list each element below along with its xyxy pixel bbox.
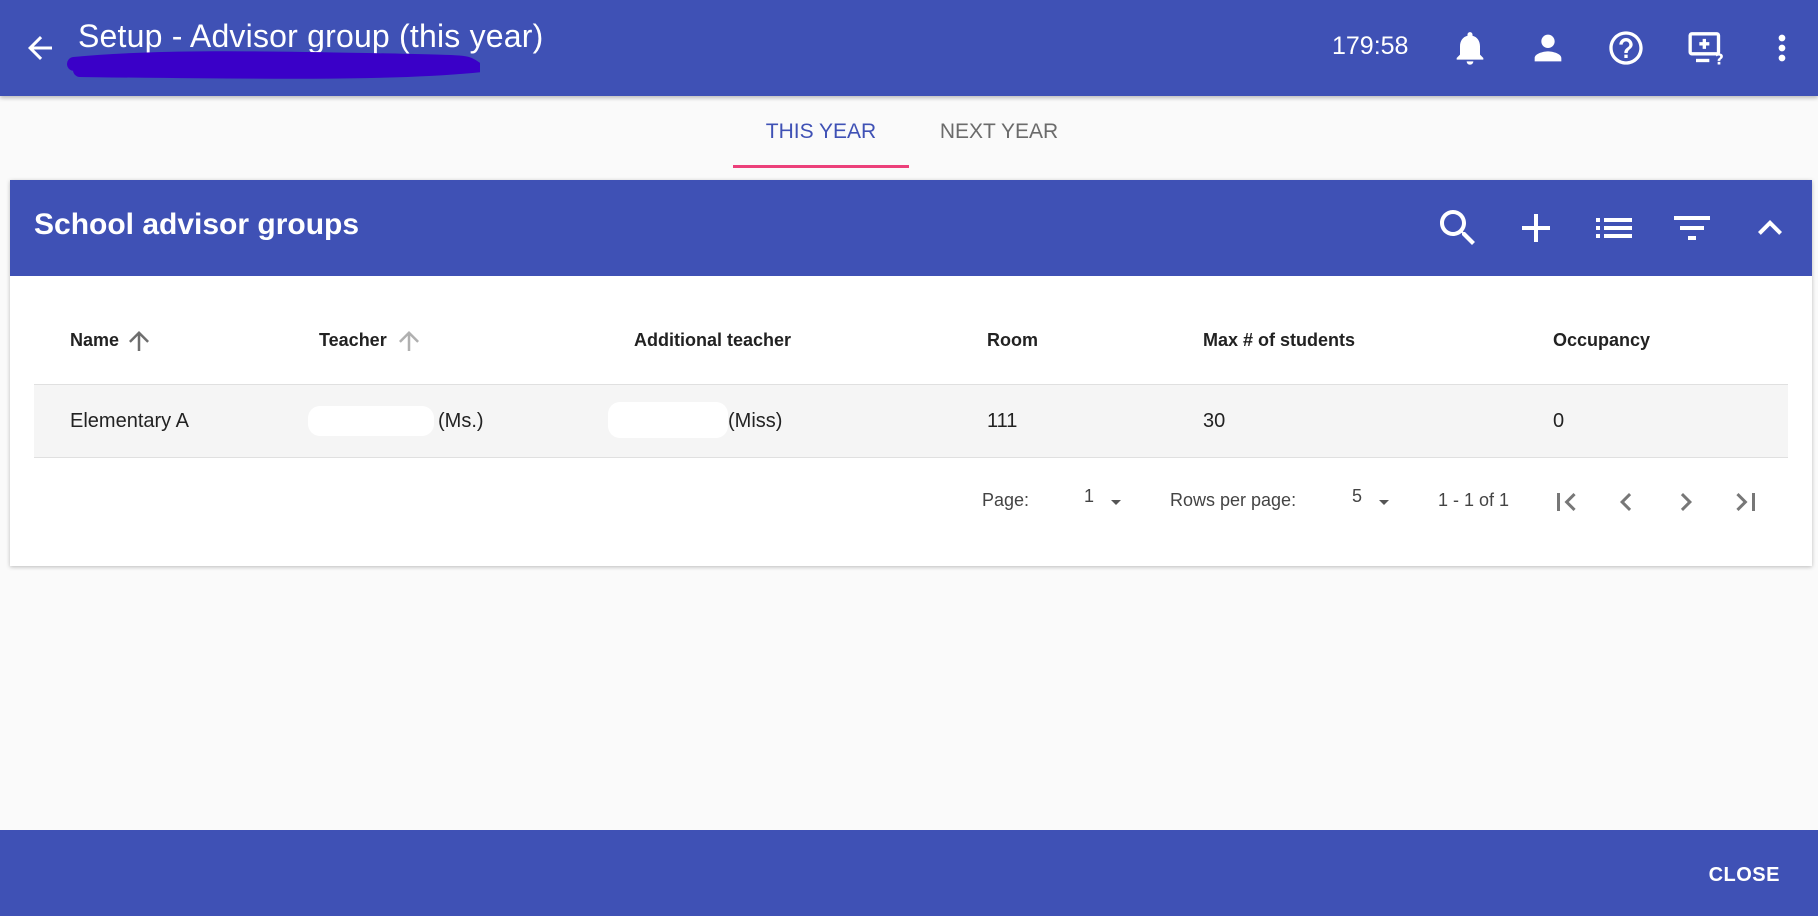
collapse-icon[interactable] xyxy=(1746,204,1794,252)
app-bar: Setup - Advisor group (this year) 179:58… xyxy=(0,0,1818,96)
cell-room: 111 xyxy=(987,410,1018,432)
tab-next-year[interactable]: NEXT YEAR xyxy=(909,96,1089,168)
column-header-room[interactable]: Room xyxy=(987,330,1038,351)
advisor-groups-card: School advisor groups Name Teacher Addit… xyxy=(10,180,1812,566)
filter-icon[interactable] xyxy=(1668,204,1716,252)
tab-next-year-label: NEXT YEAR xyxy=(939,120,1059,143)
tab-active-indicator xyxy=(733,165,909,168)
cell-name: Elementary A xyxy=(70,410,189,432)
more-vert-icon[interactable] xyxy=(1762,28,1802,68)
redacted-additional-teacher-name xyxy=(608,402,728,438)
bell-icon[interactable] xyxy=(1450,28,1490,68)
previous-page-icon[interactable] xyxy=(1608,484,1644,520)
person-icon[interactable] xyxy=(1528,28,1568,68)
column-header-occupancy[interactable]: Occupancy xyxy=(1553,330,1650,351)
redacted-teacher-name xyxy=(308,406,434,436)
page-select-value: 1 xyxy=(1084,486,1095,506)
column-header-teacher[interactable]: Teacher xyxy=(319,330,387,351)
search-icon[interactable] xyxy=(1434,204,1482,252)
first-page-icon[interactable] xyxy=(1548,484,1584,520)
rows-per-page-value: 5 xyxy=(1352,486,1363,506)
screen-help-icon[interactable]: ? xyxy=(1686,28,1726,69)
page-label: Page: xyxy=(982,490,1030,510)
column-header-name[interactable]: Name xyxy=(70,330,119,351)
session-timer: 179:58 xyxy=(1332,32,1409,60)
chevron-down-icon xyxy=(1111,500,1121,505)
card-header: School advisor groups xyxy=(10,180,1812,276)
next-page-icon[interactable] xyxy=(1668,484,1704,520)
cell-occupancy: 0 xyxy=(1553,410,1565,432)
sort-ascending-icon[interactable] xyxy=(394,326,424,356)
cell-max-students: 30 xyxy=(1203,410,1226,432)
chevron-down-icon xyxy=(1379,500,1389,505)
year-tabs: THIS YEAR NEXT YEAR xyxy=(0,96,1818,168)
card-title: School advisor groups xyxy=(34,208,360,241)
column-header-max-students[interactable]: Max # of students xyxy=(1203,330,1355,351)
back-arrow-icon[interactable] xyxy=(22,30,58,66)
list-icon[interactable] xyxy=(1590,204,1638,252)
last-page-icon[interactable] xyxy=(1728,484,1764,520)
tab-this-year-label: THIS YEAR xyxy=(765,120,877,143)
footer-bar: CLOSE xyxy=(0,830,1818,916)
page-select[interactable]: 1 xyxy=(1084,486,1134,516)
cell-teacher: (Ms.) xyxy=(438,410,484,432)
cell-additional-teacher: (Miss) xyxy=(728,410,783,432)
svg-text:?: ? xyxy=(1715,51,1724,68)
rows-per-page-select[interactable]: 5 xyxy=(1352,486,1402,516)
add-icon[interactable] xyxy=(1512,204,1560,252)
redaction-scribble xyxy=(67,51,480,79)
help-icon[interactable] xyxy=(1606,28,1646,68)
sort-ascending-icon[interactable] xyxy=(124,326,154,356)
tab-this-year[interactable]: THIS YEAR xyxy=(733,96,909,168)
page-range: 1 - 1 of 1 xyxy=(1438,490,1510,510)
table-row[interactable] xyxy=(34,384,1788,458)
column-header-additional-teacher[interactable]: Additional teacher xyxy=(634,330,791,351)
close-button[interactable]: CLOSE xyxy=(1709,864,1780,887)
rows-per-page-label: Rows per page: xyxy=(1170,490,1297,510)
